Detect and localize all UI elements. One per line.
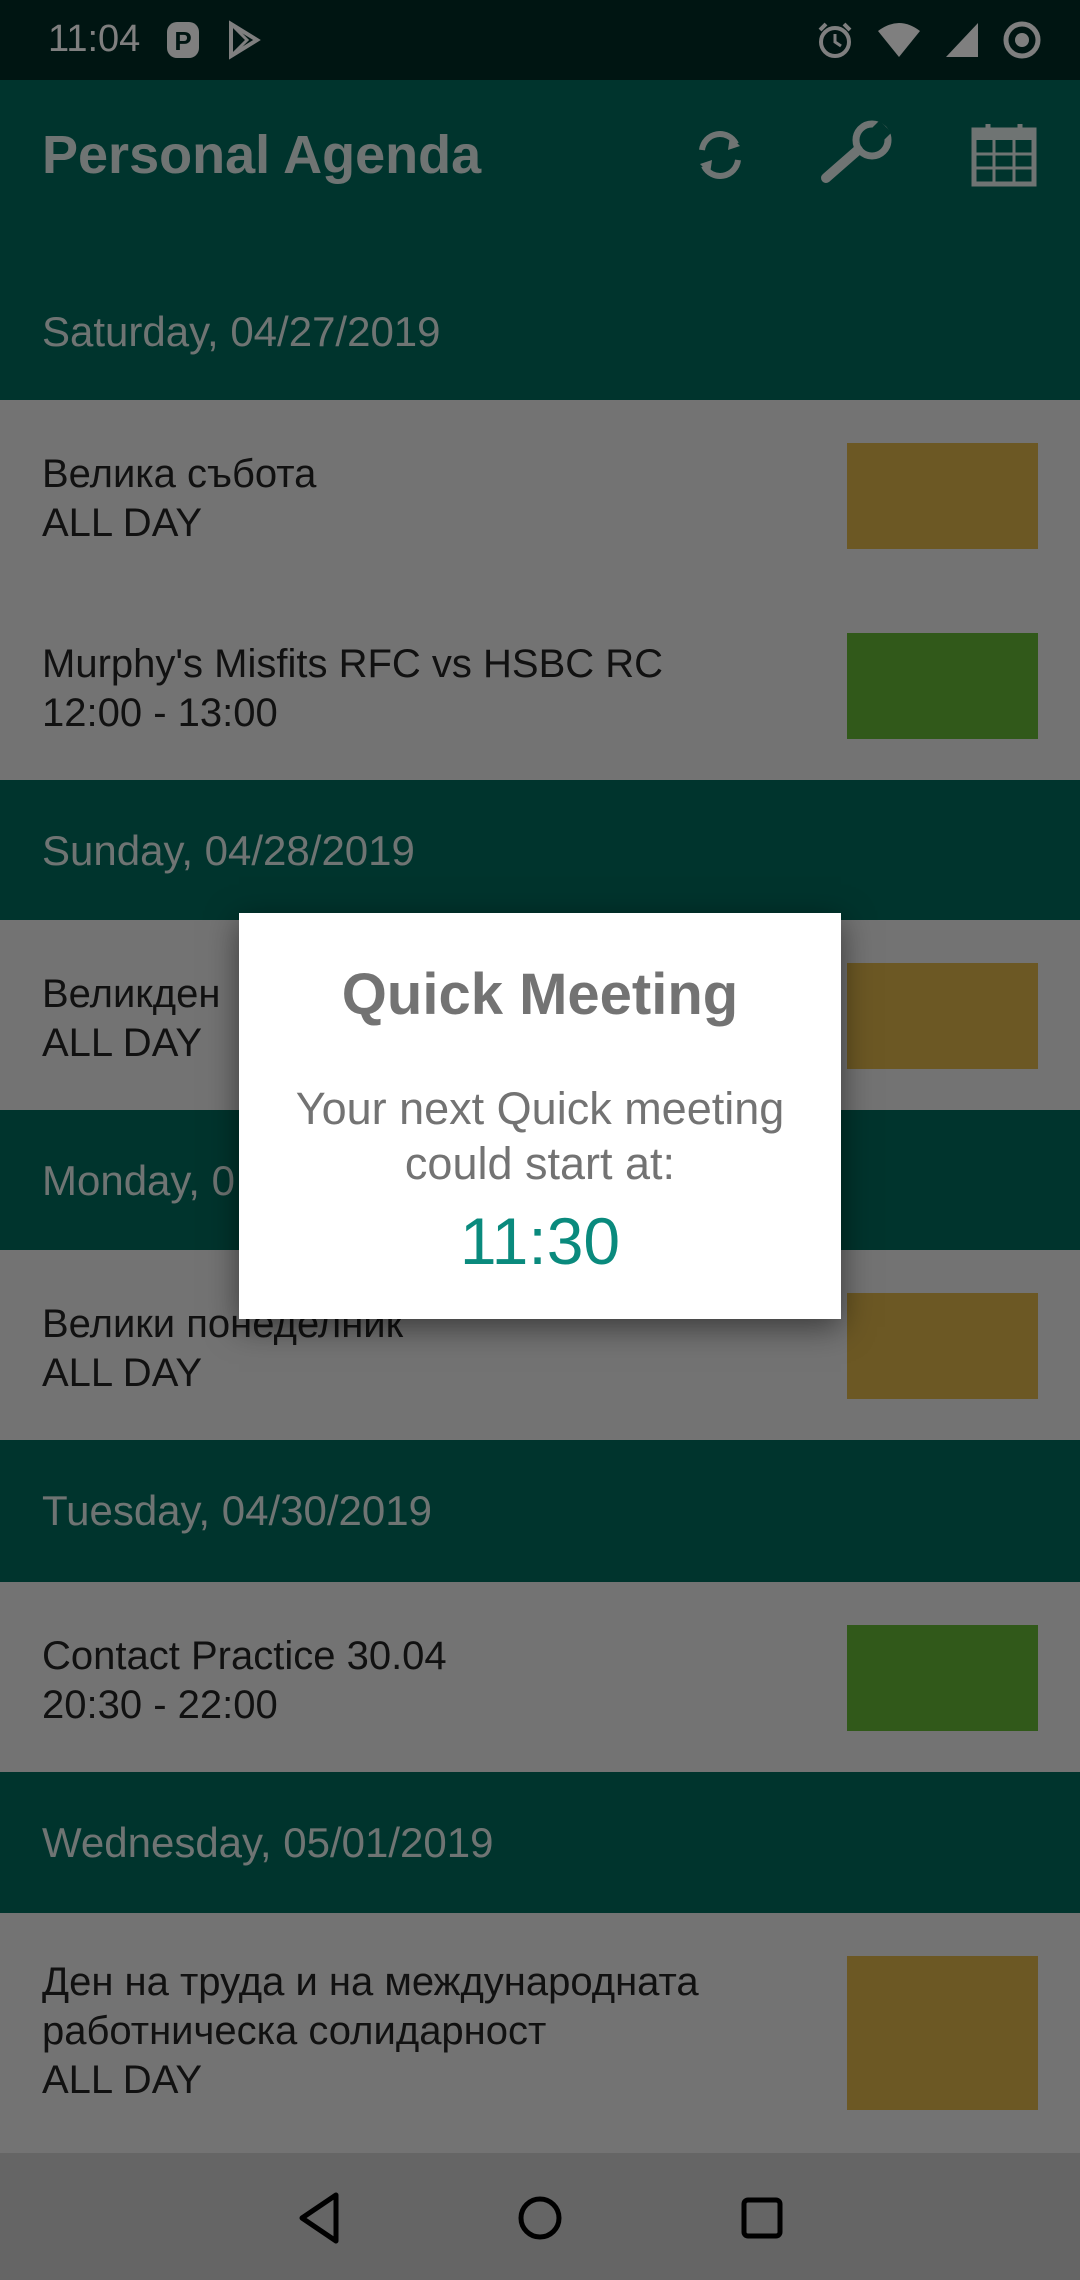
quick-meeting-dialog: Quick Meeting Your next Quick meeting co…	[239, 913, 841, 1319]
dialog-title: Quick Meeting	[341, 962, 739, 1027]
dialog-message: Your next Quick meeting could start at:	[295, 1083, 785, 1189]
quick-meeting-time: 11:30	[459, 1204, 621, 1278]
